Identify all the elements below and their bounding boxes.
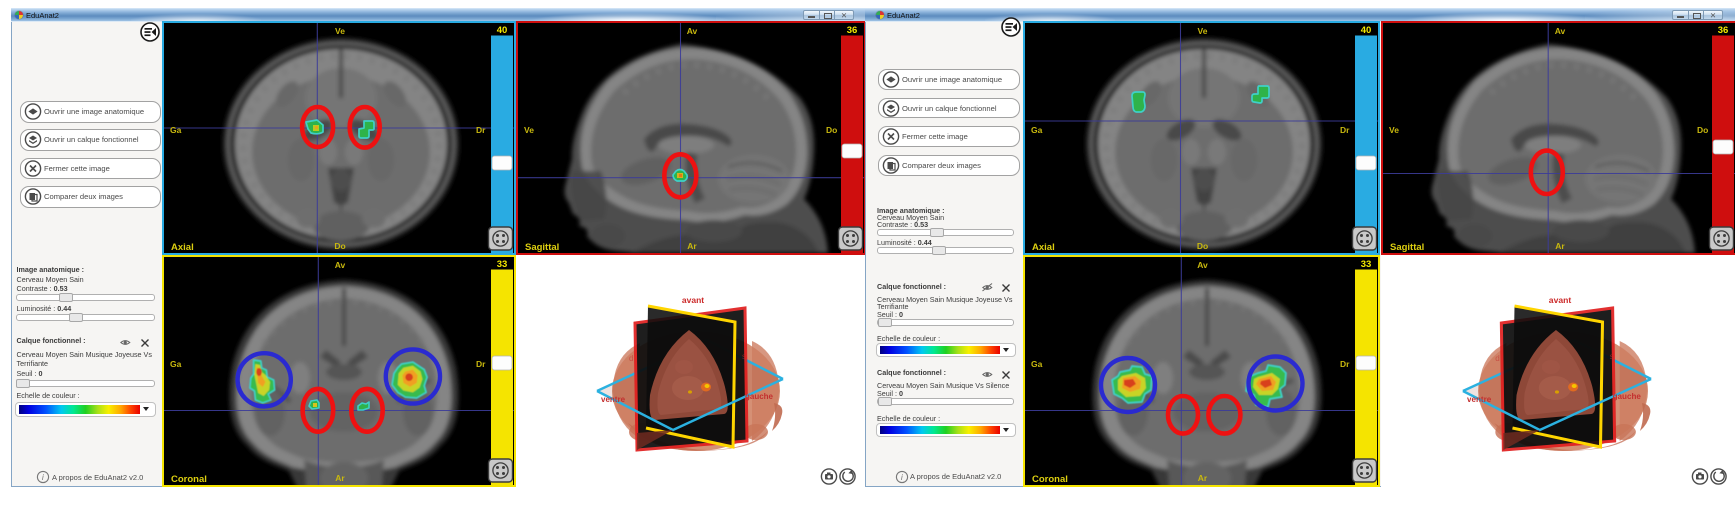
svg-text:Axial: Axial xyxy=(171,242,194,253)
svg-text:s: s xyxy=(1610,352,1614,361)
svg-text:Av: Av xyxy=(687,26,698,36)
svg-text:36: 36 xyxy=(1718,25,1729,36)
svg-text:avant: avant xyxy=(1549,295,1572,305)
svg-text:Coronal: Coronal xyxy=(171,474,207,485)
svg-text:Av: Av xyxy=(335,260,346,270)
svg-text:Dr: Dr xyxy=(1340,125,1350,135)
svg-text:40: 40 xyxy=(497,25,508,36)
svg-text:Do: Do xyxy=(334,241,345,251)
svg-text:i: i xyxy=(900,472,903,482)
svg-text:Axial: Axial xyxy=(1032,242,1055,253)
svg-text:33: 33 xyxy=(497,259,508,270)
svg-text:Av: Av xyxy=(1197,260,1208,270)
svg-text:gauche: gauche xyxy=(1613,392,1642,401)
svg-text:gauche: gauche xyxy=(745,392,774,401)
svg-text:Ve: Ve xyxy=(1198,26,1208,36)
svg-text:ventre: ventre xyxy=(601,395,626,404)
svg-text:Ve: Ve xyxy=(335,26,345,36)
svg-text:Ar: Ar xyxy=(687,241,697,251)
svg-text:ventre: ventre xyxy=(1467,395,1492,404)
svg-text:avant: avant xyxy=(682,295,704,305)
svg-text:Dr: Dr xyxy=(1340,359,1350,369)
svg-text:Sagittal: Sagittal xyxy=(1390,242,1424,253)
svg-text:Coronal: Coronal xyxy=(1032,474,1068,485)
svg-text:40: 40 xyxy=(1361,25,1372,36)
svg-text:Do: Do xyxy=(826,125,837,135)
svg-text:Ga: Ga xyxy=(1031,125,1043,135)
svg-text:Ve: Ve xyxy=(1389,125,1399,135)
svg-text:Ga: Ga xyxy=(170,359,182,369)
svg-text:Ga: Ga xyxy=(1031,359,1043,369)
svg-text:33: 33 xyxy=(1361,259,1372,270)
svg-text:Sagittal: Sagittal xyxy=(525,242,559,253)
svg-text:Av: Av xyxy=(1555,26,1566,36)
svg-text:Ar: Ar xyxy=(1198,473,1208,483)
svg-text:Do: Do xyxy=(1697,125,1708,135)
svg-text:Ga: Ga xyxy=(170,125,182,135)
svg-text:d: d xyxy=(629,354,633,363)
svg-text:Ve: Ve xyxy=(524,125,534,135)
svg-text:Ar: Ar xyxy=(335,473,345,483)
svg-text:Dr: Dr xyxy=(476,125,486,135)
svg-text:s: s xyxy=(742,352,746,361)
svg-text:Do: Do xyxy=(1197,241,1208,251)
svg-text:36: 36 xyxy=(847,25,858,36)
svg-text:d: d xyxy=(1495,354,1499,363)
svg-text:Ar: Ar xyxy=(1555,241,1565,251)
svg-text:Dr: Dr xyxy=(476,359,486,369)
svg-text:i: i xyxy=(41,472,44,482)
